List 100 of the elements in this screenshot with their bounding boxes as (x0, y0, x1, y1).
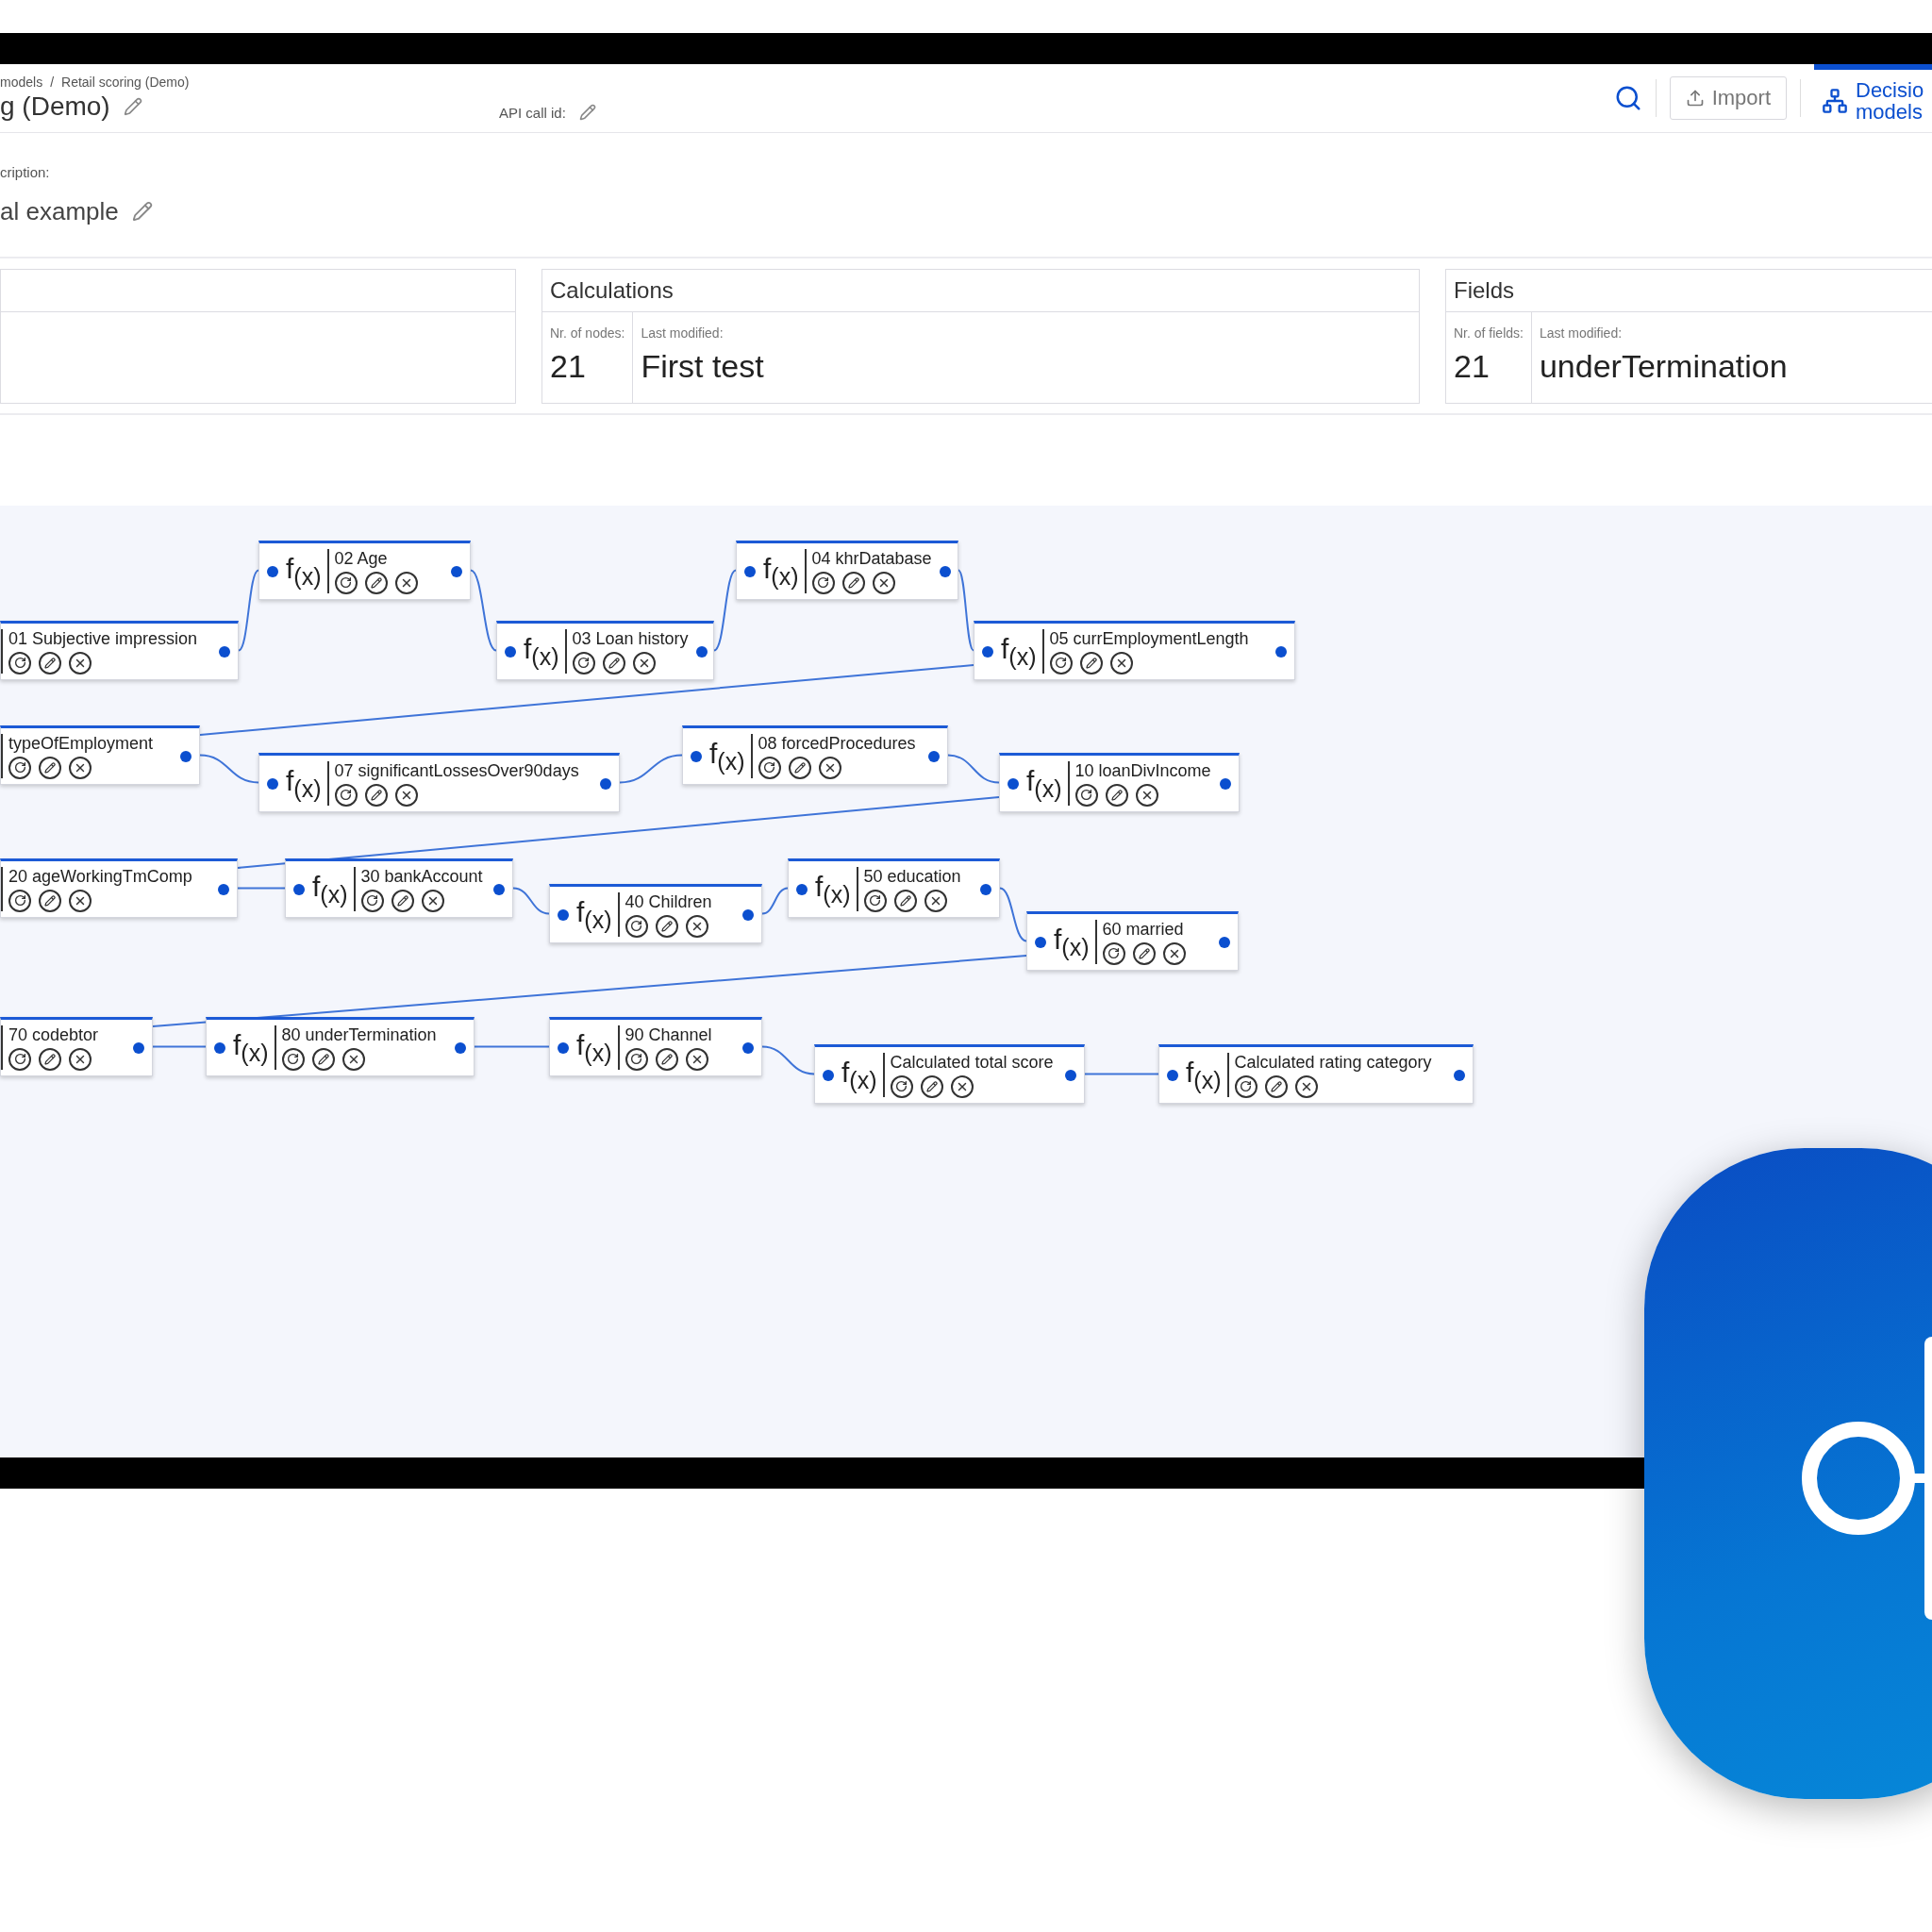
close-icon[interactable] (1162, 941, 1186, 965)
close-icon[interactable] (69, 651, 92, 675)
connection-dot[interactable] (1008, 777, 1019, 790)
connection-dot[interactable] (982, 645, 993, 658)
close-icon[interactable] (69, 889, 92, 912)
node-card[interactable]: 20 ageWorkingTmComp (0, 858, 238, 918)
connection-dot[interactable] (558, 908, 569, 921)
edit-icon[interactable] (311, 1047, 335, 1071)
edit-icon[interactable] (602, 651, 625, 675)
close-icon[interactable] (69, 756, 92, 779)
node-card[interactable]: f$_{(x)}$ 50 education (788, 858, 1000, 918)
connection-dot[interactable] (691, 750, 702, 762)
refresh-icon[interactable] (334, 783, 358, 807)
edit-icon[interactable] (39, 651, 61, 675)
node-card[interactable]: f$_{(x)}$ 40 Children (549, 884, 762, 943)
refresh-icon[interactable] (625, 914, 648, 938)
refresh-icon[interactable] (811, 571, 835, 594)
close-icon[interactable] (1294, 1074, 1318, 1098)
node-card[interactable]: f$_{(x)}$ 08 forcedProcedures (682, 725, 948, 785)
connection-dot[interactable] (928, 750, 940, 762)
connection-dot[interactable] (695, 645, 708, 658)
node-card[interactable]: f$_{(x)}$ 04 khrDatabase (736, 541, 958, 600)
edit-icon[interactable] (841, 571, 865, 594)
edit-icon[interactable] (1105, 783, 1128, 807)
node-card[interactable]: f$_{(x)}$ 02 Age (258, 541, 471, 600)
refresh-icon[interactable] (8, 756, 31, 779)
connection-dot[interactable] (133, 1041, 144, 1054)
close-icon[interactable] (924, 889, 947, 912)
refresh-icon[interactable] (572, 651, 595, 675)
breadcrumb-link[interactable]: Retail scoring (Demo) (61, 75, 190, 90)
node-card[interactable]: f$_{(x)}$ Calculated total score (814, 1044, 1085, 1104)
refresh-icon[interactable] (1102, 941, 1125, 965)
edit-icon[interactable] (364, 783, 388, 807)
connection-dot[interactable] (558, 1041, 569, 1054)
close-icon[interactable] (341, 1047, 365, 1071)
edit-icon[interactable] (1079, 651, 1103, 675)
refresh-icon[interactable] (625, 1047, 648, 1071)
connection-dot[interactable] (293, 883, 305, 895)
node-card[interactable]: typeOfEmployment (0, 725, 200, 785)
edit-icon[interactable] (39, 889, 61, 912)
node-card[interactable]: f$_{(x)}$ 90 Channel (549, 1017, 762, 1076)
close-icon[interactable] (872, 571, 895, 594)
decision-models-tab[interactable]: Decisio models (1814, 64, 1932, 132)
close-icon[interactable] (421, 889, 444, 912)
node-card[interactable]: f$_{(x)}$ 60 married (1026, 911, 1239, 971)
breadcrumb-link[interactable]: models (0, 75, 43, 90)
connection-dot[interactable] (939, 565, 951, 577)
connection-dot[interactable] (1220, 777, 1231, 790)
connection-dot[interactable] (455, 1041, 466, 1054)
refresh-icon[interactable] (758, 756, 781, 779)
connection-dot[interactable] (1065, 1069, 1076, 1081)
close-icon[interactable] (685, 1047, 708, 1071)
refresh-icon[interactable] (8, 651, 31, 675)
refresh-icon[interactable] (1049, 651, 1073, 675)
close-icon[interactable] (685, 914, 708, 938)
connection-dot[interactable] (744, 565, 756, 577)
node-card[interactable]: f$_{(x)}$ 30 bankAccount (285, 858, 513, 918)
connection-dot[interactable] (796, 883, 808, 895)
edit-icon[interactable] (655, 914, 678, 938)
connection-dot[interactable] (823, 1069, 834, 1081)
connection-dot[interactable] (505, 645, 516, 658)
close-icon[interactable] (1109, 651, 1133, 675)
refresh-icon[interactable] (863, 889, 887, 912)
connection-dot[interactable] (219, 645, 230, 658)
close-icon[interactable] (1135, 783, 1158, 807)
node-card[interactable]: f$_{(x)}$ 07 significantLossesOver90days (258, 753, 620, 812)
node-card[interactable]: f$_{(x)}$ 05 currEmploymentLength (974, 621, 1295, 680)
edit-icon[interactable] (39, 1047, 61, 1071)
node-card[interactable]: f$_{(x)}$ Calculated rating category (1158, 1044, 1474, 1104)
node-card[interactable]: f$_{(x)}$ 80 underTermination (206, 1017, 475, 1076)
connection-dot[interactable] (267, 777, 278, 790)
edit-icon[interactable] (391, 889, 414, 912)
close-icon[interactable] (394, 783, 418, 807)
edit-icon[interactable] (788, 756, 811, 779)
import-button[interactable]: Import (1669, 76, 1787, 120)
refresh-icon[interactable] (360, 889, 384, 912)
connection-dot[interactable] (1167, 1069, 1178, 1081)
node-card[interactable]: 01 Subjective impression (0, 621, 239, 680)
refresh-icon[interactable] (1234, 1074, 1257, 1098)
connection-dot[interactable] (600, 777, 611, 790)
node-card[interactable]: 70 codebtor (0, 1017, 153, 1076)
node-card[interactable]: f$_{(x)}$ 10 loanDivIncome (999, 753, 1240, 812)
close-icon[interactable] (69, 1047, 92, 1071)
connection-dot[interactable] (451, 565, 462, 577)
edit-icon[interactable] (1132, 941, 1156, 965)
connection-dot[interactable] (980, 883, 991, 895)
connection-dot[interactable] (493, 883, 505, 895)
connection-dot[interactable] (267, 565, 278, 577)
connection-dot[interactable] (1454, 1069, 1465, 1081)
connection-dot[interactable] (1275, 645, 1287, 658)
edit-icon[interactable] (893, 889, 917, 912)
refresh-icon[interactable] (1074, 783, 1098, 807)
edit-icon[interactable] (364, 571, 388, 594)
connection-dot[interactable] (180, 750, 192, 762)
edit-icon[interactable] (1264, 1074, 1288, 1098)
close-icon[interactable] (950, 1074, 974, 1098)
refresh-icon[interactable] (890, 1074, 913, 1098)
close-icon[interactable] (394, 571, 418, 594)
connection-dot[interactable] (218, 883, 229, 895)
connection-dot[interactable] (742, 908, 754, 921)
